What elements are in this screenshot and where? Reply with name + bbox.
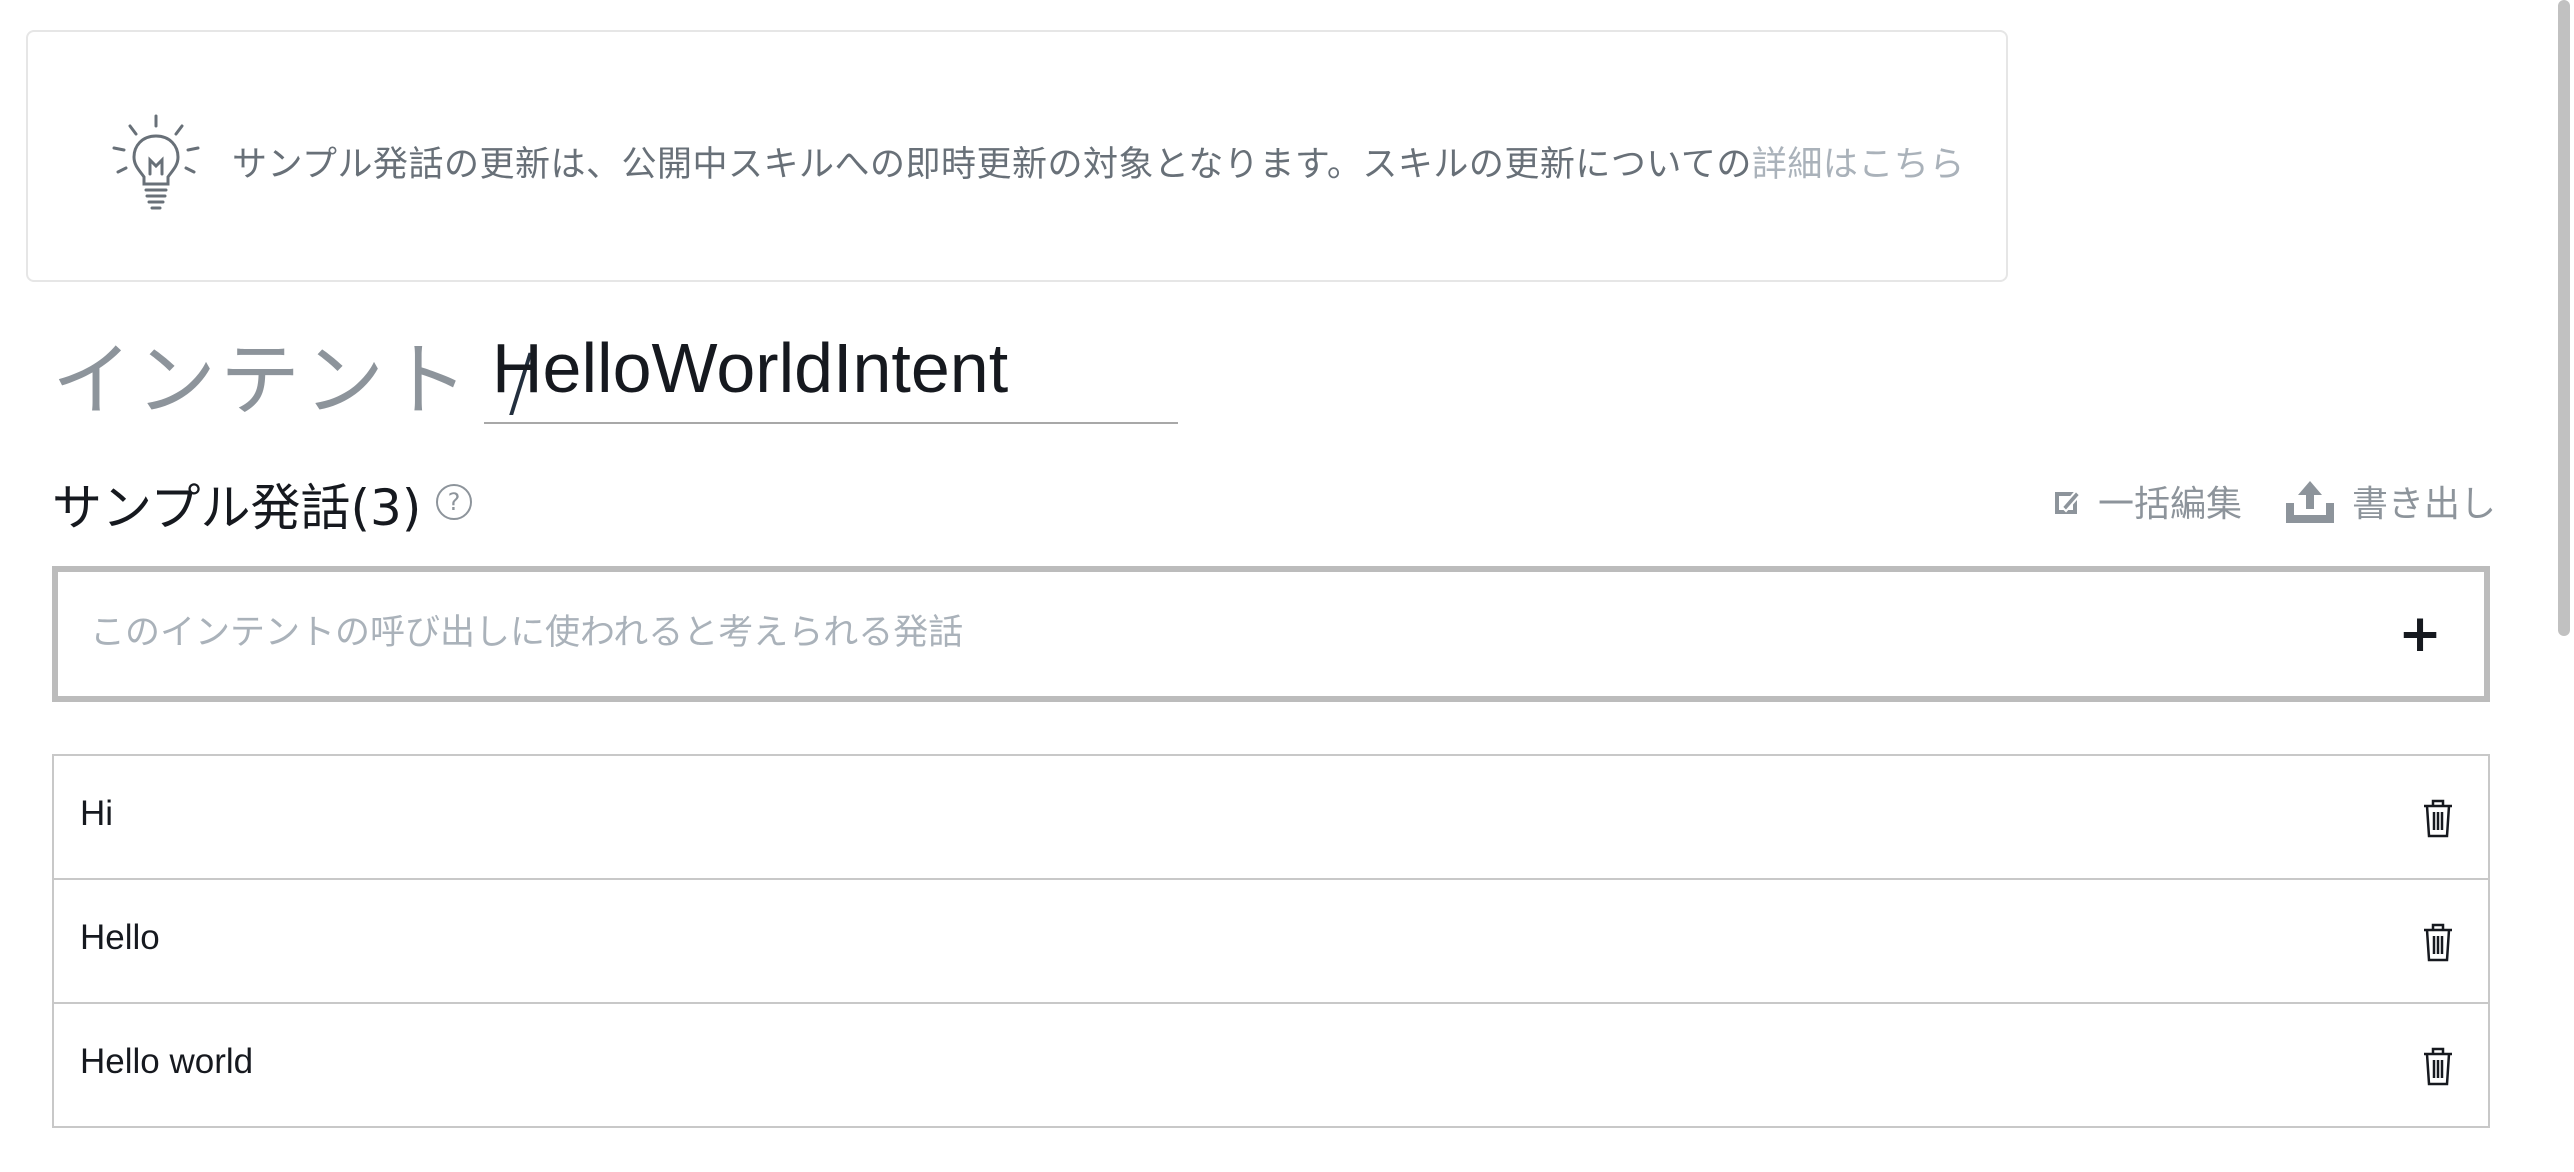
utterance-input[interactable] [88,602,2342,664]
info-banner: サンプル発話の更新は、公開中スキルへの即時更新の対象となります。スキルの更新につ… [26,30,2008,282]
details-link[interactable]: 詳細はこちら [1752,145,1965,185]
export-button[interactable]: 書き出し [2284,476,2496,526]
banner-text: サンプル発話の更新は、公開中スキルへの即時更新の対象となります。スキルの更新につ… [232,145,1752,185]
banner-message: サンプル発話の更新は、公開中スキルへの即時更新の対象となります。スキルの更新につ… [232,136,1965,187]
sample-utterances-title: サンプル発話(3) [52,479,422,537]
list-item[interactable]: Hello [54,880,2488,1004]
lightbulb-icon [112,114,200,210]
bulk-edit-icon [2055,489,2082,514]
add-utterance-button[interactable]: + [2392,606,2448,662]
trash-icon[interactable] [2422,1046,2454,1086]
list-item[interactable]: Hello world [54,1004,2488,1126]
list-item[interactable]: Hi [54,756,2488,880]
utterance-text[interactable]: Hello [80,918,160,958]
bulk-edit-label: 一括編集 [2098,484,2243,525]
help-icon[interactable]: ? [436,484,472,520]
utterance-input-box: + [52,566,2490,702]
trash-icon[interactable] [2422,922,2454,962]
utterance-text[interactable]: Hi [80,794,113,834]
utterance-list: Hi Hello Hello world [52,754,2490,1128]
upload-icon [2286,481,2334,523]
breadcrumb-intents-link[interactable]: インテント [52,334,472,427]
intent-breadcrumb: インテント / [52,316,542,427]
intent-name-field[interactable]: HelloWorldIntent [484,328,1178,424]
export-label: 書き出し [2352,484,2497,525]
scrollbar-thumb[interactable] [2558,0,2570,636]
bulk-edit-button[interactable]: 一括編集 [2052,476,2242,526]
intent-editor-page: サンプル発話の更新は、公開中スキルへの即時更新の対象となります。スキルの更新につ… [0,0,2574,1172]
trash-icon[interactable] [2422,798,2454,838]
utterance-text[interactable]: Hello world [80,1042,253,1082]
intent-name[interactable]: HelloWorldIntent [492,328,1008,408]
